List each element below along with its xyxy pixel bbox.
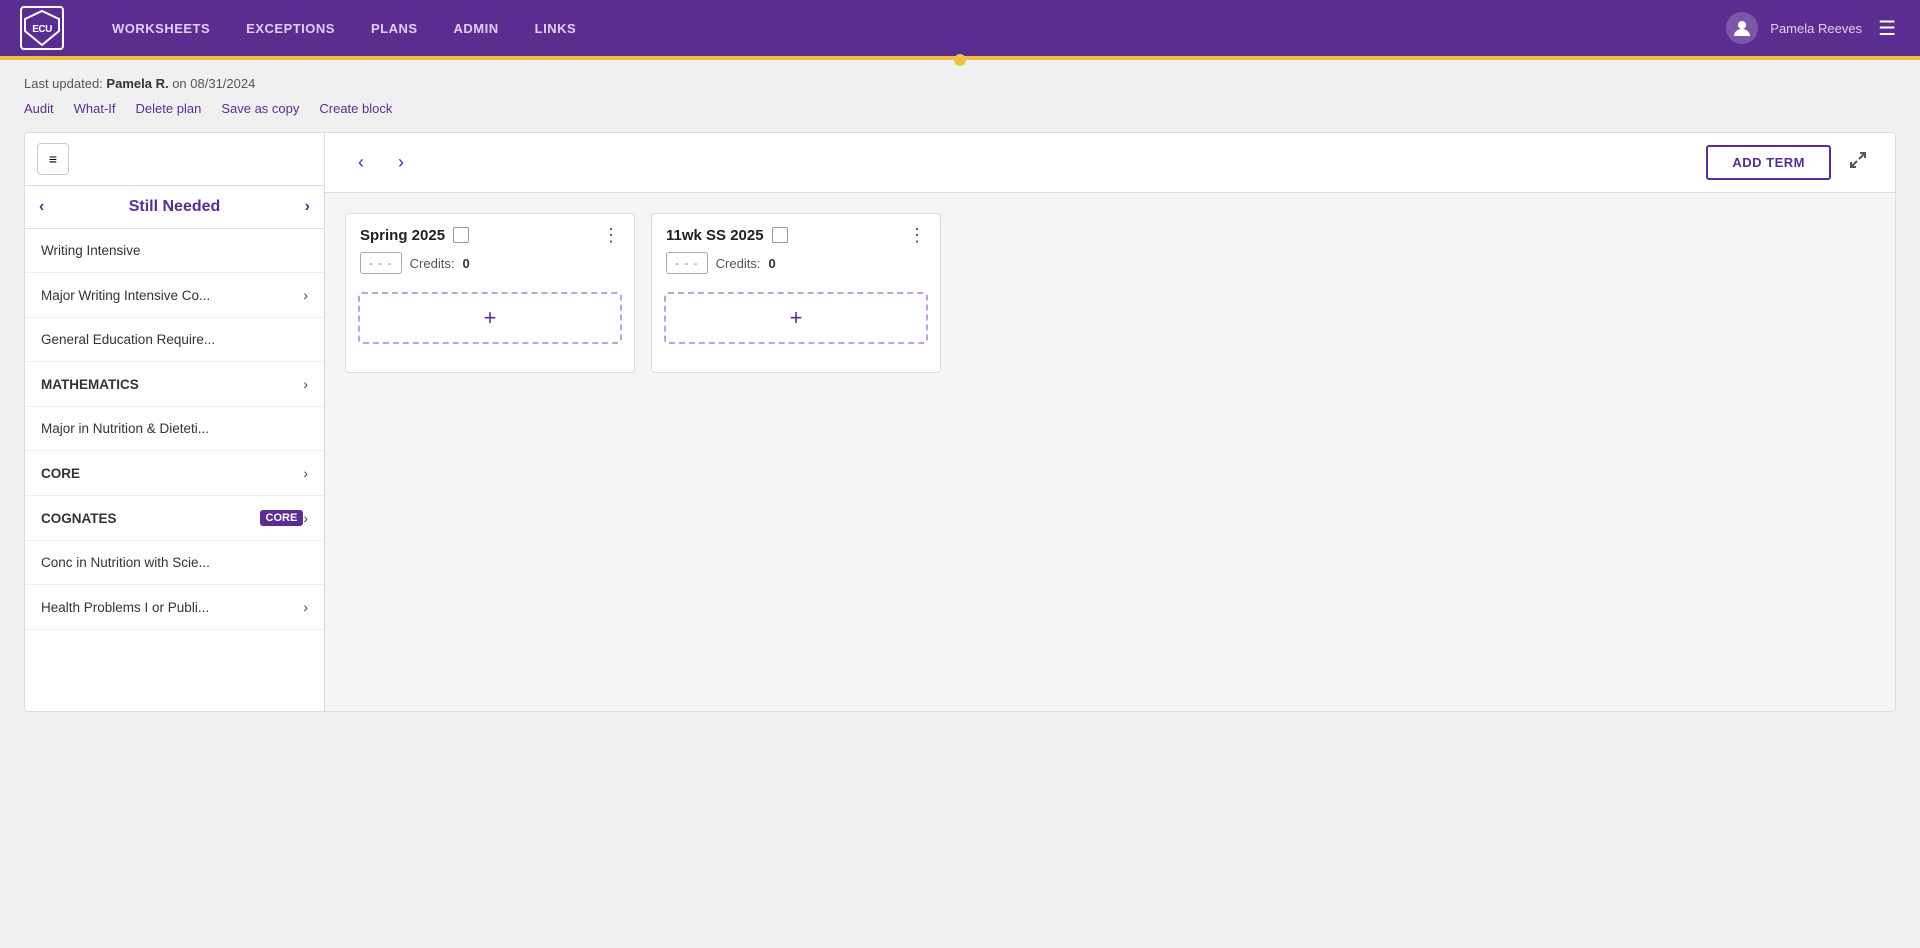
terms-container: Spring 2025 ⋮ - - - Credits: 0 + (325, 193, 1895, 711)
nav-admin[interactable]: ADMIN (436, 0, 517, 56)
add-course-button-spring[interactable]: + (358, 292, 622, 344)
term-checkbox[interactable] (772, 227, 788, 243)
logo-shield: ECU (20, 6, 64, 50)
credits-slot: - - - (360, 252, 402, 274)
user-icon (1726, 12, 1758, 44)
next-term-button[interactable]: › (385, 147, 417, 179)
sidebar-title: Still Needed (129, 198, 221, 216)
what-if-link[interactable]: What-If (74, 101, 116, 116)
add-course-button-11wk[interactable]: + (664, 292, 928, 344)
add-course-icon: + (484, 305, 497, 331)
meta-bar: Last updated: Pamela R. on 08/31/2024 (24, 76, 1896, 91)
sidebar-item-label: Major in Nutrition & Dieteti... (41, 421, 308, 436)
sidebar-item-label: Writing Intensive (41, 243, 308, 258)
main-panel: ≡ ‹ Still Needed › Writing Intensive Maj… (24, 132, 1896, 712)
sidebar-item-label: Conc in Nutrition with Scie... (41, 555, 308, 570)
sidebar-item-core[interactable]: CORE › (25, 451, 324, 496)
add-course-icon: + (790, 305, 803, 331)
sidebar-item-label: General Education Require... (41, 332, 308, 347)
term-menu-button[interactable]: ⋮ (908, 226, 926, 244)
term-menu-button[interactable]: ⋮ (602, 226, 620, 244)
sidebar-item-mathematics[interactable]: MATHEMATICS › (25, 362, 324, 407)
sidebar-prev-button[interactable]: ‹ (39, 198, 44, 216)
sidebar-toolbar: ≡ (25, 133, 324, 186)
page-content: Last updated: Pamela R. on 08/31/2024 Au… (0, 60, 1920, 948)
sidebar-item-conc-nutrition[interactable]: Conc in Nutrition with Scie... (25, 541, 324, 585)
svg-text:ECU: ECU (32, 24, 52, 35)
credits-label: Credits: (716, 256, 761, 271)
term-title: 11wk SS 2025 (666, 227, 764, 244)
credits-label: Credits: (410, 256, 455, 271)
last-updated-user: Pamela R. (106, 76, 168, 91)
sidebar-item-writing-intensive[interactable]: Writing Intensive (25, 229, 324, 273)
last-updated-date: on 08/31/2024 (172, 76, 255, 91)
nav-plans[interactable]: PLANS (353, 0, 436, 56)
toolbar-left: ‹ › (345, 147, 417, 179)
content-area: ‹ › ADD TERM (325, 133, 1895, 711)
term-checkbox[interactable] (453, 227, 469, 243)
term-credits-row: - - - Credits: 0 (346, 252, 634, 284)
sidebar: ≡ ‹ Still Needed › Writing Intensive Maj… (25, 133, 325, 711)
chevron-right-icon: › (303, 287, 308, 303)
expand-button[interactable] (1841, 147, 1875, 178)
nav-exceptions[interactable]: EXCEPTIONS (228, 0, 353, 56)
chevron-right-icon: › (303, 510, 308, 526)
sidebar-header: ‹ Still Needed › (25, 186, 324, 229)
nav-links[interactable]: LINKS (517, 0, 595, 56)
delete-plan-link[interactable]: Delete plan (136, 101, 202, 116)
sidebar-item-major-writing[interactable]: Major Writing Intensive Co... › (25, 273, 324, 318)
sidebar-item-label: COGNATES (41, 511, 256, 526)
term-header: Spring 2025 ⋮ (346, 214, 634, 252)
audit-link[interactable]: Audit (24, 101, 54, 116)
content-toolbar: ‹ › ADD TERM (325, 133, 1895, 193)
sidebar-hamburger-button[interactable]: ≡ (37, 143, 69, 175)
sidebar-item-label: CORE (41, 466, 303, 481)
term-card-spring-2025: Spring 2025 ⋮ - - - Credits: 0 + (345, 213, 635, 373)
nav-worksheets[interactable]: WORKSHEETS (94, 0, 228, 56)
sidebar-item-health-problems[interactable]: Health Problems I or Publi... › (25, 585, 324, 630)
prev-term-button[interactable]: ‹ (345, 147, 377, 179)
nav-links: WORKSHEETS EXCEPTIONS PLANS ADMIN LINKS (94, 0, 1726, 56)
term-title-row: 11wk SS 2025 (666, 227, 788, 244)
nav-right: Pamela Reeves ☰ (1726, 12, 1900, 45)
credits-slot: - - - (666, 252, 708, 274)
term-header: 11wk SS 2025 ⋮ (652, 214, 940, 252)
last-updated-prefix: Last updated: (24, 76, 103, 91)
add-term-button[interactable]: ADD TERM (1706, 145, 1831, 180)
sidebar-item-general-education[interactable]: General Education Require... (25, 318, 324, 362)
term-title: Spring 2025 (360, 227, 445, 244)
term-credits-row: - - - Credits: 0 (652, 252, 940, 284)
last-updated: Last updated: Pamela R. on 08/31/2024 (24, 76, 255, 91)
logo[interactable]: ECU (20, 6, 64, 50)
sidebar-next-button[interactable]: › (305, 198, 310, 216)
sidebar-list: Writing Intensive Major Writing Intensiv… (25, 229, 324, 711)
chevron-right-icon: › (303, 465, 308, 481)
save-as-copy-link[interactable]: Save as copy (221, 101, 299, 116)
progress-bar (0, 56, 1920, 60)
action-links: Audit What-If Delete plan Save as copy C… (24, 101, 1896, 116)
sidebar-hamburger-icon: ≡ (49, 151, 57, 167)
sidebar-item-label: Major Writing Intensive Co... (41, 288, 303, 303)
hamburger-menu-icon[interactable]: ☰ (1874, 12, 1900, 45)
credits-value: 0 (462, 256, 469, 271)
core-badge: CORE (260, 510, 304, 526)
progress-dot (954, 54, 966, 66)
term-title-row: Spring 2025 (360, 227, 469, 244)
sidebar-item-major-nutrition[interactable]: Major in Nutrition & Dieteti... (25, 407, 324, 451)
user-name: Pamela Reeves (1770, 21, 1862, 36)
sidebar-item-label: MATHEMATICS (41, 377, 303, 392)
sidebar-item-cognates[interactable]: COGNATES CORE › (25, 496, 324, 541)
top-nav: ECU WORKSHEETS EXCEPTIONS PLANS ADMIN LI… (0, 0, 1920, 56)
create-block-link[interactable]: Create block (319, 101, 392, 116)
credits-value: 0 (768, 256, 775, 271)
chevron-right-icon: › (303, 376, 308, 392)
term-card-11wk-ss-2025: 11wk SS 2025 ⋮ - - - Credits: 0 + (651, 213, 941, 373)
sidebar-item-label: Health Problems I or Publi... (41, 600, 303, 615)
chevron-right-icon: › (303, 599, 308, 615)
